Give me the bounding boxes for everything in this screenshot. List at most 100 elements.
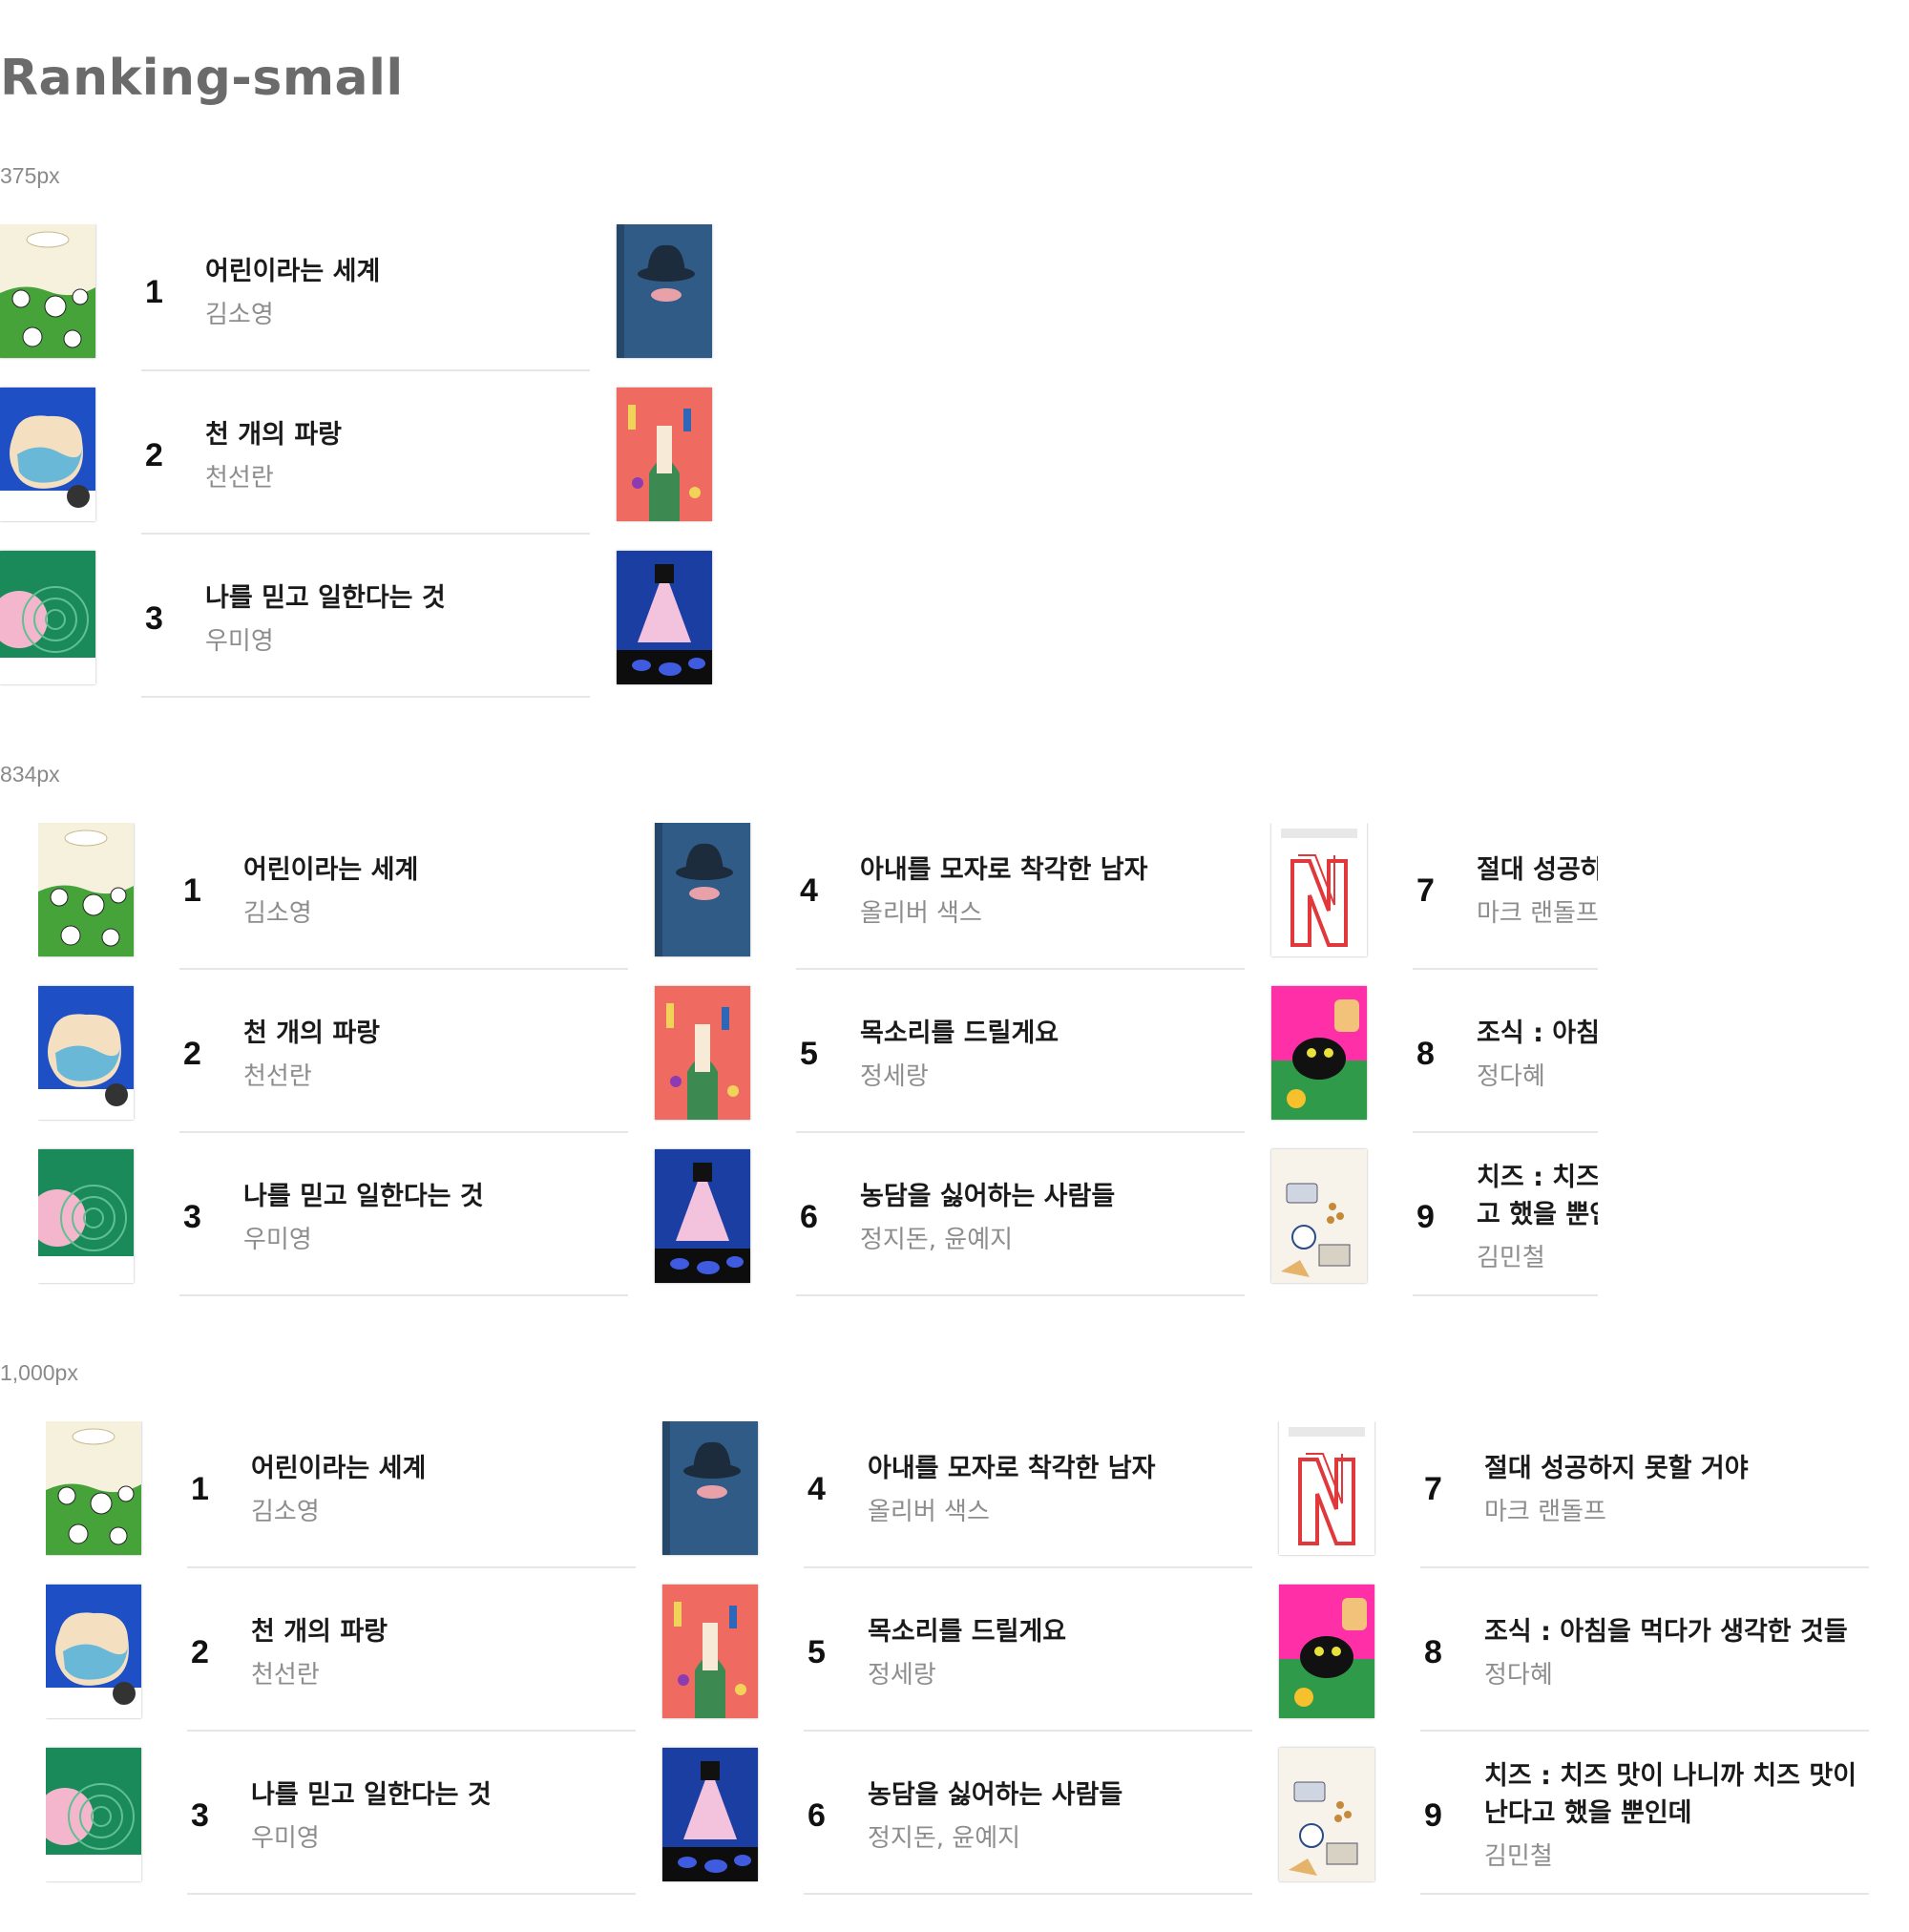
book-cover[interactable] — [1271, 986, 1367, 1120]
rank-number: 1 — [183, 872, 201, 909]
book-author: 김소영 — [205, 300, 274, 329]
rank-number: 7 — [1416, 872, 1435, 909]
book-author: 우미영 — [243, 1225, 312, 1254]
book-cover-art — [46, 1421, 141, 1555]
book-title[interactable]: 절대 성공하지 못할 거야 — [1477, 851, 1598, 889]
rank-number: 2 — [191, 1634, 209, 1670]
book-cover-art — [662, 1421, 758, 1555]
rank-number: 6 — [808, 1797, 826, 1834]
book-cover-art — [655, 986, 750, 1120]
book-author: 김민철 — [1477, 1244, 1545, 1272]
book-author: 올리버 색스 — [868, 1497, 990, 1526]
book-cover-art — [617, 224, 712, 358]
divider — [1420, 1893, 1869, 1895]
book-author: 정지돈, 윤예지 — [860, 1225, 1014, 1254]
book-cover[interactable] — [617, 551, 712, 684]
book-cover[interactable] — [38, 1149, 134, 1283]
book-author: 올리버 색스 — [860, 898, 982, 928]
book-cover[interactable] — [1279, 1421, 1374, 1555]
book-title[interactable]: 치즈 : 치즈 맛이 나니까 치즈 맛이 난다고 했을 뿐인데 — [1477, 1159, 1598, 1233]
book-cover-art — [38, 823, 134, 956]
book-cover[interactable] — [662, 1585, 758, 1718]
rank-number: 2 — [183, 1036, 201, 1072]
rank-number: 2 — [145, 437, 163, 473]
book-cover[interactable] — [46, 1585, 141, 1718]
book-author: 천선란 — [243, 1061, 312, 1091]
book-cover[interactable] — [655, 823, 750, 956]
divider — [141, 369, 590, 371]
book-cover[interactable] — [655, 1149, 750, 1283]
book-cover[interactable] — [1279, 1585, 1374, 1718]
book-author: 마크 랜돌프 — [1484, 1497, 1606, 1526]
book-cover[interactable] — [662, 1421, 758, 1555]
book-cover-art — [0, 388, 95, 521]
divider — [804, 1566, 1252, 1568]
book-title[interactable]: 천 개의 파랑 — [205, 416, 587, 453]
book-title[interactable]: 나를 믿고 일한다는 것 — [243, 1178, 673, 1215]
divider — [1413, 968, 1598, 970]
book-title[interactable]: 조식 : 아침을 먹다가 생각한 것들 — [1484, 1613, 1876, 1650]
book-cover[interactable] — [1271, 1149, 1367, 1283]
book-cover-art — [1279, 1585, 1374, 1718]
rank-number: 4 — [808, 1471, 826, 1507]
book-cover[interactable] — [38, 986, 134, 1120]
book-cover-art — [38, 1149, 134, 1283]
book-author: 천선란 — [251, 1660, 320, 1690]
book-cover[interactable] — [0, 551, 95, 684]
book-title[interactable]: 절대 성공하지 못할 거야 — [1484, 1450, 1876, 1487]
book-title[interactable]: 나를 믿고 일한다는 것 — [205, 579, 587, 617]
book-author: 천선란 — [205, 463, 274, 493]
rank-number: 3 — [183, 1199, 201, 1235]
book-cover[interactable] — [617, 224, 712, 358]
book-title[interactable]: 어린이라는 세계 — [205, 253, 587, 290]
divider — [804, 1730, 1252, 1732]
divider — [141, 533, 590, 535]
section-label-375: 375px — [0, 163, 60, 188]
book-title[interactable]: 목소리를 드릴게요 — [868, 1613, 1297, 1650]
book-title[interactable]: 농담을 싫어하는 사람들 — [860, 1178, 1290, 1215]
book-author: 정다혜 — [1477, 1061, 1545, 1091]
book-title[interactable]: 조식 : 아침을 먹다가 생각한 것들 — [1477, 1015, 1598, 1052]
divider — [796, 968, 1245, 970]
book-cover-art — [1279, 1421, 1374, 1555]
divider — [1413, 1131, 1598, 1133]
book-title[interactable]: 목소리를 드릴게요 — [860, 1015, 1290, 1052]
book-author: 우미영 — [251, 1823, 320, 1853]
book-cover[interactable] — [46, 1421, 141, 1555]
book-title[interactable]: 치즈 : 치즈 맛이 나니까 치즈 맛이 난다고 했을 뿐인데 — [1484, 1757, 1876, 1832]
ranking-section-834: 1 어린이라는 세계 김소영 2 천 개의 파랑 천선란 3 나를 믿고 일한다… — [38, 823, 1598, 1319]
rank-number: 1 — [145, 274, 163, 310]
book-cover[interactable] — [46, 1748, 141, 1881]
book-cover[interactable] — [617, 388, 712, 521]
book-cover[interactable] — [1271, 823, 1367, 956]
book-cover[interactable] — [662, 1748, 758, 1881]
book-cover[interactable] — [38, 823, 134, 956]
rank-number: 1 — [191, 1471, 209, 1507]
page-title: Ranking-small — [0, 50, 404, 107]
book-title[interactable]: 아내를 모자로 착각한 남자 — [860, 851, 1290, 889]
divider — [796, 1294, 1245, 1296]
book-cover[interactable] — [655, 986, 750, 1120]
book-cover[interactable] — [0, 388, 95, 521]
divider — [1420, 1730, 1869, 1732]
book-author: 정세랑 — [868, 1660, 936, 1690]
book-title[interactable]: 어린이라는 세계 — [251, 1450, 681, 1487]
section-label-1000: 1,000px — [0, 1360, 78, 1385]
rank-number: 5 — [808, 1634, 826, 1670]
divider — [179, 968, 628, 970]
book-title[interactable]: 농담을 싫어하는 사람들 — [868, 1776, 1297, 1814]
book-author: 우미영 — [205, 626, 274, 656]
book-cover[interactable] — [1279, 1748, 1374, 1881]
book-title[interactable]: 나를 믿고 일한다는 것 — [251, 1776, 681, 1814]
book-title[interactable]: 천 개의 파랑 — [251, 1613, 681, 1650]
book-author: 김민철 — [1484, 1842, 1553, 1871]
book-title[interactable]: 천 개의 파랑 — [243, 1015, 673, 1052]
book-cover-art — [38, 986, 134, 1120]
rank-number: 3 — [191, 1797, 209, 1834]
book-cover[interactable] — [0, 224, 95, 358]
book-cover-art — [617, 551, 712, 684]
rank-number: 6 — [800, 1199, 818, 1235]
book-cover-art — [0, 224, 95, 358]
book-title[interactable]: 아내를 모자로 착각한 남자 — [868, 1450, 1297, 1487]
book-title[interactable]: 어린이라는 세계 — [243, 851, 673, 889]
